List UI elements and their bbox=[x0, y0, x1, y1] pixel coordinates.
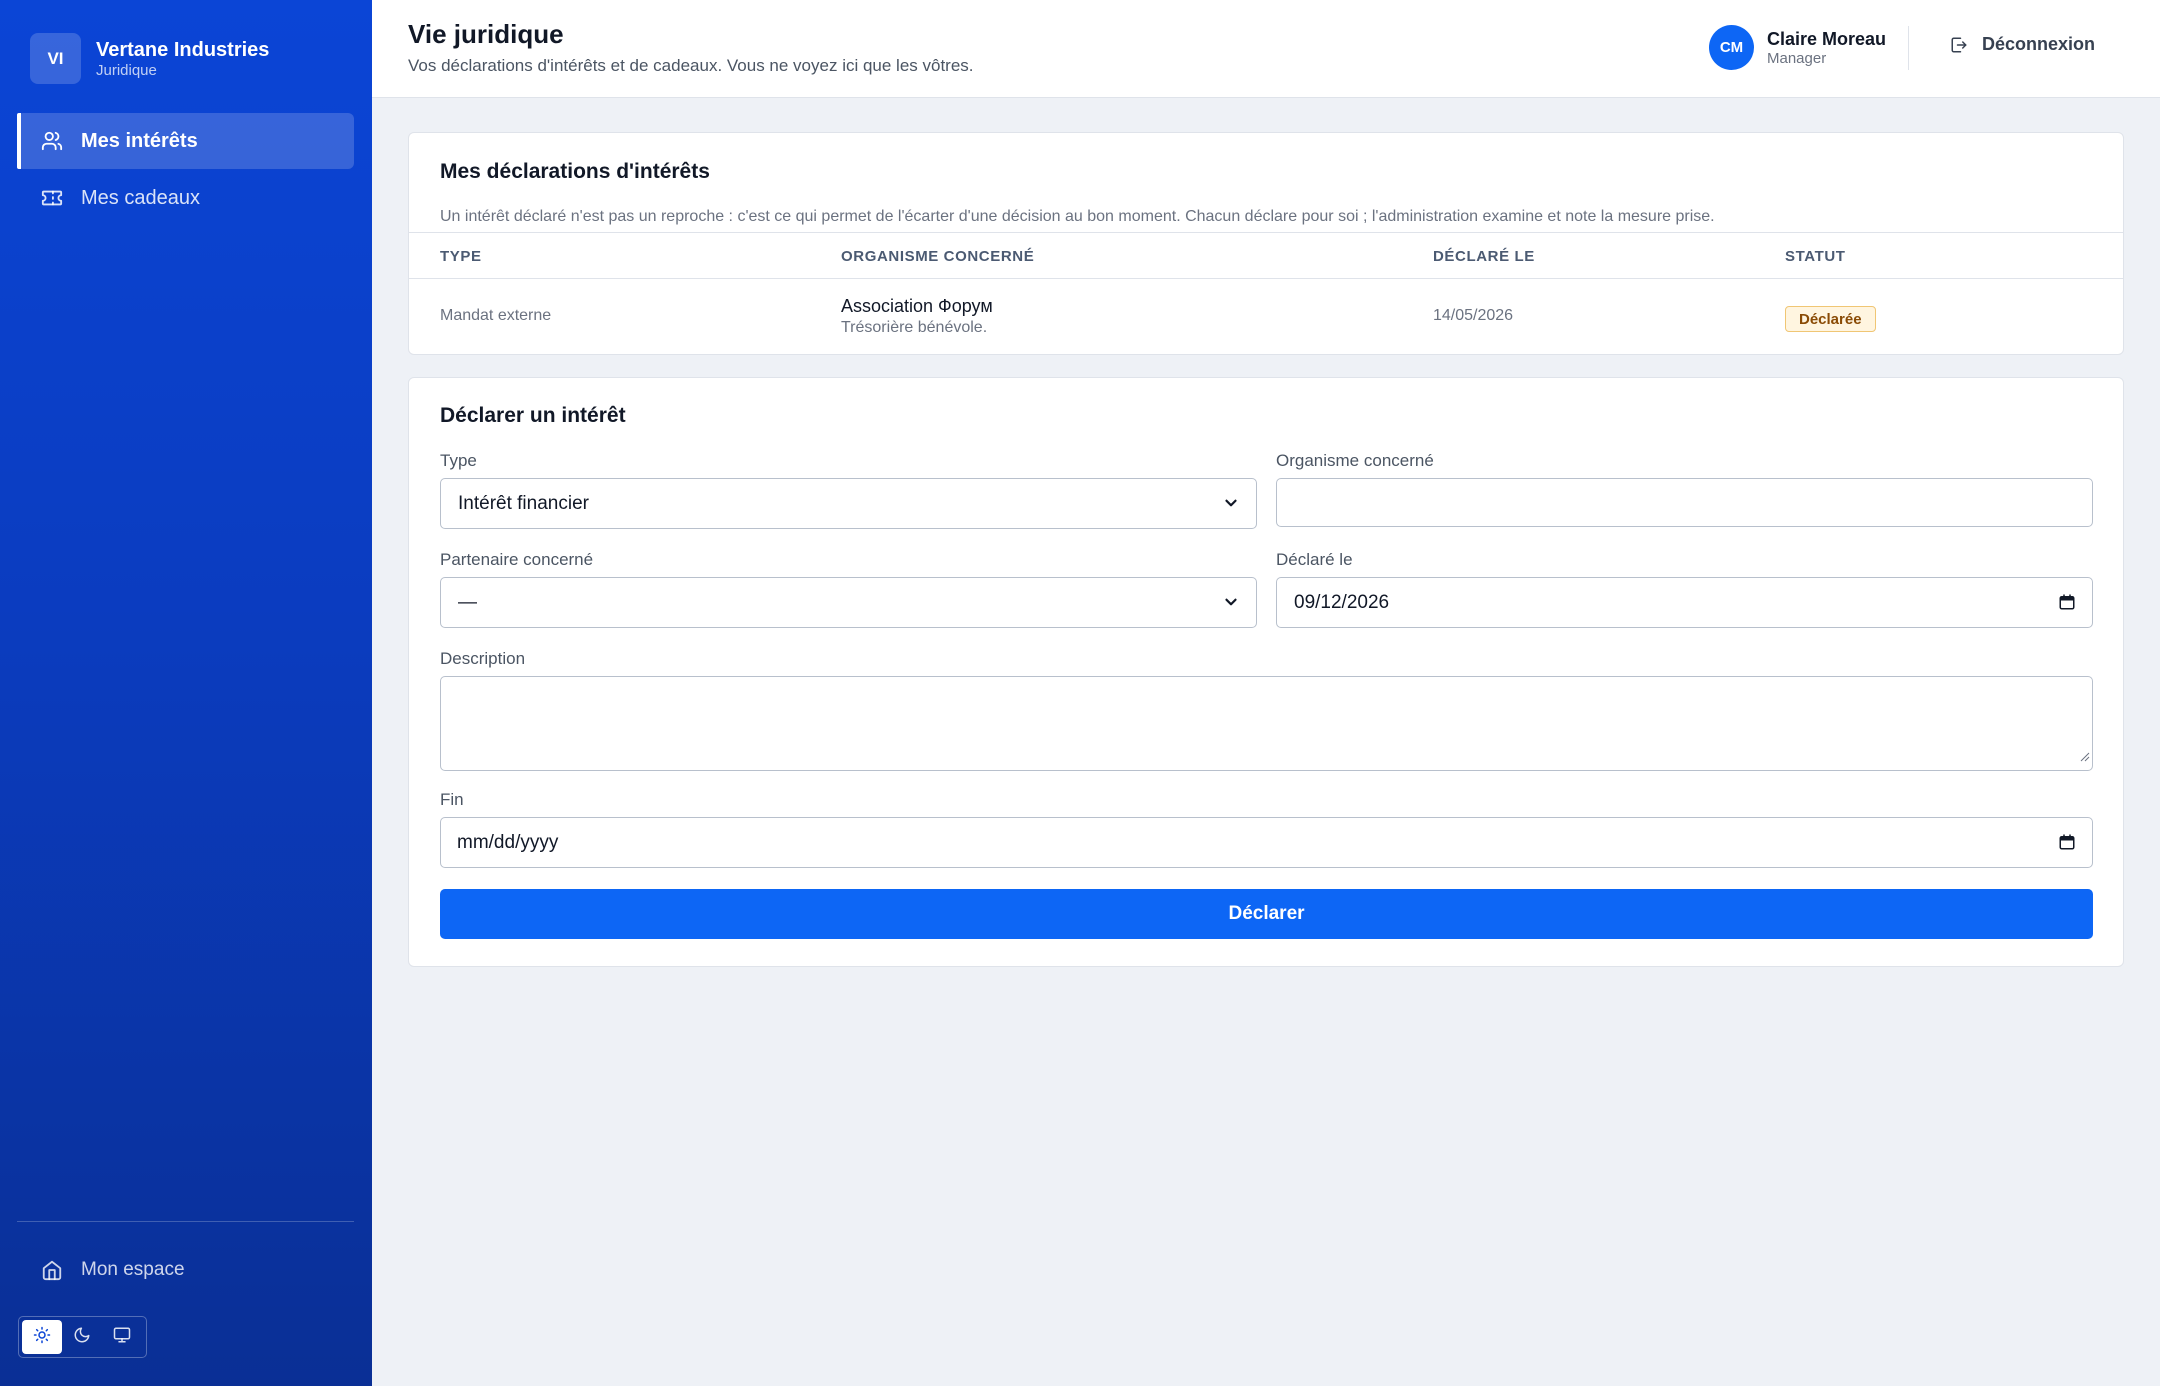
organism-note: Trésorière bénévole. bbox=[841, 319, 988, 336]
sidebar-divider bbox=[17, 1221, 354, 1222]
cell-organism: Association Форум Trésorière bénévole. bbox=[841, 295, 993, 339]
end-date-placeholder: mm/dd/yyyy bbox=[457, 831, 559, 853]
resize-handle-icon[interactable] bbox=[2078, 746, 2090, 768]
cell-declared-date: 14/05/2026 bbox=[1433, 307, 1514, 324]
cell-type: Mandat externe bbox=[440, 307, 552, 324]
column-header-type: Type bbox=[440, 248, 482, 265]
organism-label: Organisme concerné bbox=[1276, 451, 1434, 470]
theme-system-button[interactable] bbox=[102, 1320, 142, 1354]
column-header-declared: Déclaré le bbox=[1433, 248, 1535, 265]
organism-input[interactable] bbox=[1276, 478, 2093, 527]
status-badge: Déclarée bbox=[1785, 306, 1876, 332]
page-title: Vie juridique bbox=[408, 19, 564, 49]
user-profile: CM Claire Moreau Manager bbox=[1709, 25, 1886, 70]
table-row: Mandat externe Association Форум Trésori… bbox=[409, 280, 2123, 354]
theme-dark-button[interactable] bbox=[62, 1320, 102, 1354]
organism-name: Association Форум bbox=[841, 296, 993, 316]
end-date-input[interactable]: mm/dd/yyyy bbox=[440, 817, 2093, 868]
declared-date-value: 09/12/2026 bbox=[1294, 591, 1390, 613]
home-icon bbox=[41, 1259, 63, 1281]
brand: VI Vertane Industries Juridique bbox=[30, 33, 269, 84]
brand-name: Vertane Industries bbox=[96, 38, 270, 61]
calendar-icon[interactable] bbox=[2058, 593, 2076, 617]
logout-button[interactable]: Déconnexion bbox=[1950, 34, 2095, 55]
chevron-down-icon bbox=[1222, 593, 1240, 617]
logout-icon bbox=[1951, 37, 1967, 52]
logout-label: Déconnexion bbox=[1982, 34, 2096, 54]
declared-date-input[interactable]: 09/12/2026 bbox=[1276, 577, 2093, 628]
sidebar-item-mon-espace[interactable]: Mon espace bbox=[17, 1244, 354, 1296]
end-date-label: Fin bbox=[440, 790, 464, 809]
page-subtitle: Vos déclarations d'intérêts et de cadeau… bbox=[408, 56, 974, 75]
declared-date-label: Déclaré le bbox=[1276, 550, 1353, 569]
table-header: Type Organisme concerné Déclaré le Statu… bbox=[409, 232, 2123, 279]
ticket-icon bbox=[41, 187, 63, 209]
sidebar-item-mes-interets[interactable]: Mes intérêts bbox=[17, 113, 354, 169]
sun-icon bbox=[33, 1326, 51, 1349]
home-link-label: Mon espace bbox=[81, 1259, 185, 1280]
theme-light-button[interactable] bbox=[22, 1320, 62, 1354]
moon-icon bbox=[73, 1326, 91, 1349]
avatar: CM bbox=[1709, 25, 1754, 70]
header-divider bbox=[1908, 26, 1909, 70]
user-name: Claire Moreau bbox=[1767, 28, 1887, 49]
users-icon bbox=[41, 130, 63, 152]
sidebar-nav: Mes intérêts Mes cadeaux bbox=[17, 113, 354, 227]
description-label: Description bbox=[440, 649, 526, 668]
type-select-value: Intérêt financier bbox=[458, 492, 589, 514]
sidebar-item-label: Mes cadeaux bbox=[81, 186, 200, 209]
declarations-title: Mes déclarations d'intérêts bbox=[440, 160, 710, 183]
declare-interest-card: Déclarer un intérêt Type Intérêt financi… bbox=[408, 377, 2124, 967]
partner-select-value: — bbox=[458, 591, 477, 613]
declare-button[interactable]: Déclarer bbox=[440, 889, 2093, 939]
description-textarea[interactable] bbox=[440, 676, 2093, 771]
column-header-organism: Organisme concerné bbox=[841, 248, 1035, 265]
column-header-status: Statut bbox=[1785, 248, 1846, 265]
theme-switcher bbox=[18, 1316, 147, 1358]
sidebar-item-label: Mes intérêts bbox=[81, 129, 198, 152]
declarations-card: Mes déclarations d'intérêts Un intérêt d… bbox=[408, 132, 2124, 355]
brand-section: Juridique bbox=[96, 61, 157, 79]
type-select[interactable]: Intérêt financier bbox=[440, 478, 1257, 529]
chevron-down-icon bbox=[1222, 494, 1240, 518]
declarations-description: Un intérêt déclaré n'est pas un reproche… bbox=[440, 208, 1715, 225]
calendar-icon[interactable] bbox=[2058, 833, 2076, 857]
monitor-icon bbox=[113, 1326, 131, 1349]
sidebar: VI Vertane Industries Juridique Mes inté… bbox=[0, 0, 372, 1386]
top-header: Vie juridique Vos déclarations d'intérêt… bbox=[372, 0, 2160, 98]
user-role: Manager bbox=[1767, 49, 1827, 67]
sidebar-item-mes-cadeaux[interactable]: Mes cadeaux bbox=[17, 170, 354, 226]
type-label: Type bbox=[440, 451, 477, 470]
partner-select[interactable]: — bbox=[440, 577, 1257, 628]
brand-logo: VI bbox=[30, 33, 81, 84]
partner-label: Partenaire concerné bbox=[440, 550, 594, 569]
form-title: Déclarer un intérêt bbox=[440, 404, 626, 427]
